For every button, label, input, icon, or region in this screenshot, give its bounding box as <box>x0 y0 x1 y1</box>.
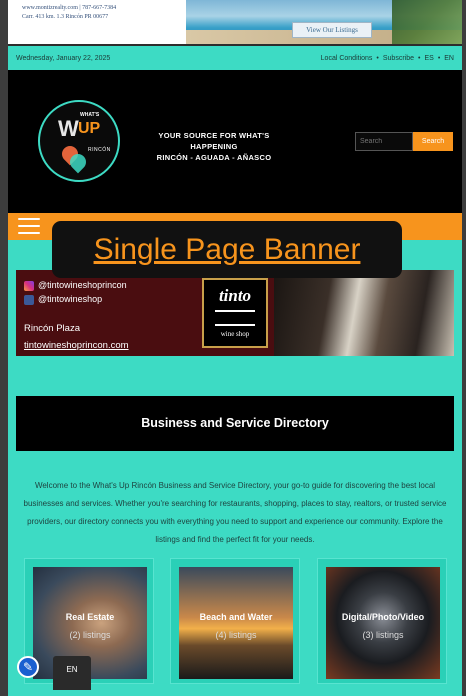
separator: • <box>437 55 441 62</box>
tagline-line2: RINCÓN - AGUADA - AÑASCO <box>156 153 272 162</box>
banner-instagram: @tintowineshoprincon <box>24 278 127 292</box>
separator: • <box>418 55 421 62</box>
search-form: Search <box>355 132 453 151</box>
ad-agency-line1: www.montizrealty.com | 787-667-7384 <box>22 5 117 11</box>
wine-waves-icon <box>215 310 255 326</box>
category-image <box>179 567 293 679</box>
banner-website[interactable]: tintowineshoprincon.com <box>24 340 129 351</box>
ad-pool-image: View Our Listings <box>186 0 462 44</box>
wine-bottles-image <box>274 270 454 356</box>
site-logo[interactable]: WHAT'S W UP RINCÓN <box>38 100 120 182</box>
tagline-line1: YOUR SOURCE FOR WHAT'S HAPPENING <box>158 131 270 151</box>
local-conditions-link[interactable]: Local Conditions <box>321 55 373 62</box>
hamburger-icon[interactable] <box>18 218 40 236</box>
search-button[interactable]: Search <box>413 132 453 151</box>
facebook-icon <box>24 294 34 305</box>
separator: • <box>376 55 379 62</box>
utility-links: Local Conditions • Subscribe • ES • EN <box>321 55 454 62</box>
category-card-digital-photo-video[interactable]: Digital/Photo/Video (3) listings <box>317 558 447 684</box>
banner-location: Rincón Plaza <box>24 323 80 334</box>
facebook-handle: @tintowineshop <box>38 294 103 304</box>
view-listings-button[interactable]: View Our Listings <box>292 22 372 38</box>
category-count: (3) listings <box>362 630 404 640</box>
top-ad-banner[interactable]: www.montizrealty.com | 787-667-7384 Carr… <box>8 0 462 46</box>
instagram-handle: @tintowineshoprincon <box>38 280 127 290</box>
category-title: Digital/Photo/Video <box>341 612 425 622</box>
subscribe-link[interactable]: Subscribe <box>383 55 414 62</box>
page-frame: www.montizrealty.com | 787-667-7384 Carr… <box>8 0 462 696</box>
utility-bar: Wednesday, January 22, 2025 Local Condit… <box>8 48 462 70</box>
category-title: Real Estate <box>65 612 115 622</box>
language-switcher[interactable]: EN <box>53 656 91 690</box>
ad-agency-line2: Carr. 413 km. 1.3 Rincón PR 00677 <box>22 14 109 20</box>
tinto-logo-name: tinto <box>218 286 252 305</box>
site-tagline: YOUR SOURCE FOR WHAT'S HAPPENING RINCÓN … <box>134 130 294 163</box>
banner-facebook: @tintowineshop <box>24 292 127 306</box>
ad-agency-info: www.montizrealty.com | 787-667-7384 Carr… <box>12 0 162 44</box>
instagram-icon <box>24 280 34 291</box>
current-date: Wednesday, January 22, 2025 <box>16 55 111 62</box>
directory-intro: Welcome to the What's Up Rincón Business… <box>23 481 447 544</box>
banner-social: @tintowineshoprincon @tintowineshop <box>24 278 127 306</box>
tinto-logo-sub: wine shop <box>220 330 250 338</box>
logo-place-text: RINCÓN <box>88 147 111 153</box>
tinto-wine-shop-banner[interactable]: @tintowineshoprincon @tintowineshop Rinc… <box>16 270 454 356</box>
ad-palm-trees <box>392 0 462 44</box>
category-count: (4) listings <box>215 630 257 640</box>
site-header: WHAT'S W UP RINCÓN YOUR SOURCE FOR WHAT'… <box>8 70 462 213</box>
logo-w-text: W <box>58 116 79 141</box>
category-title: Beach and Water <box>199 612 273 622</box>
directory-heading: Business and Service Directory <box>16 396 454 451</box>
logo-up-text: UP <box>78 120 101 137</box>
accessibility-icon[interactable]: ✎ <box>17 656 39 678</box>
banner-tooltip: Single Page Banner <box>52 221 402 278</box>
logo-whats-text: WHAT'S <box>80 112 100 118</box>
search-input[interactable] <box>355 132 413 151</box>
language-en-link[interactable]: EN <box>444 55 454 62</box>
category-count: (2) listings <box>69 630 111 640</box>
tinto-logo: tinto wine shop <box>202 278 268 348</box>
category-image <box>326 567 440 679</box>
language-es-link[interactable]: ES <box>424 55 433 62</box>
category-card-beach-water[interactable]: Beach and Water (4) listings <box>170 558 300 684</box>
